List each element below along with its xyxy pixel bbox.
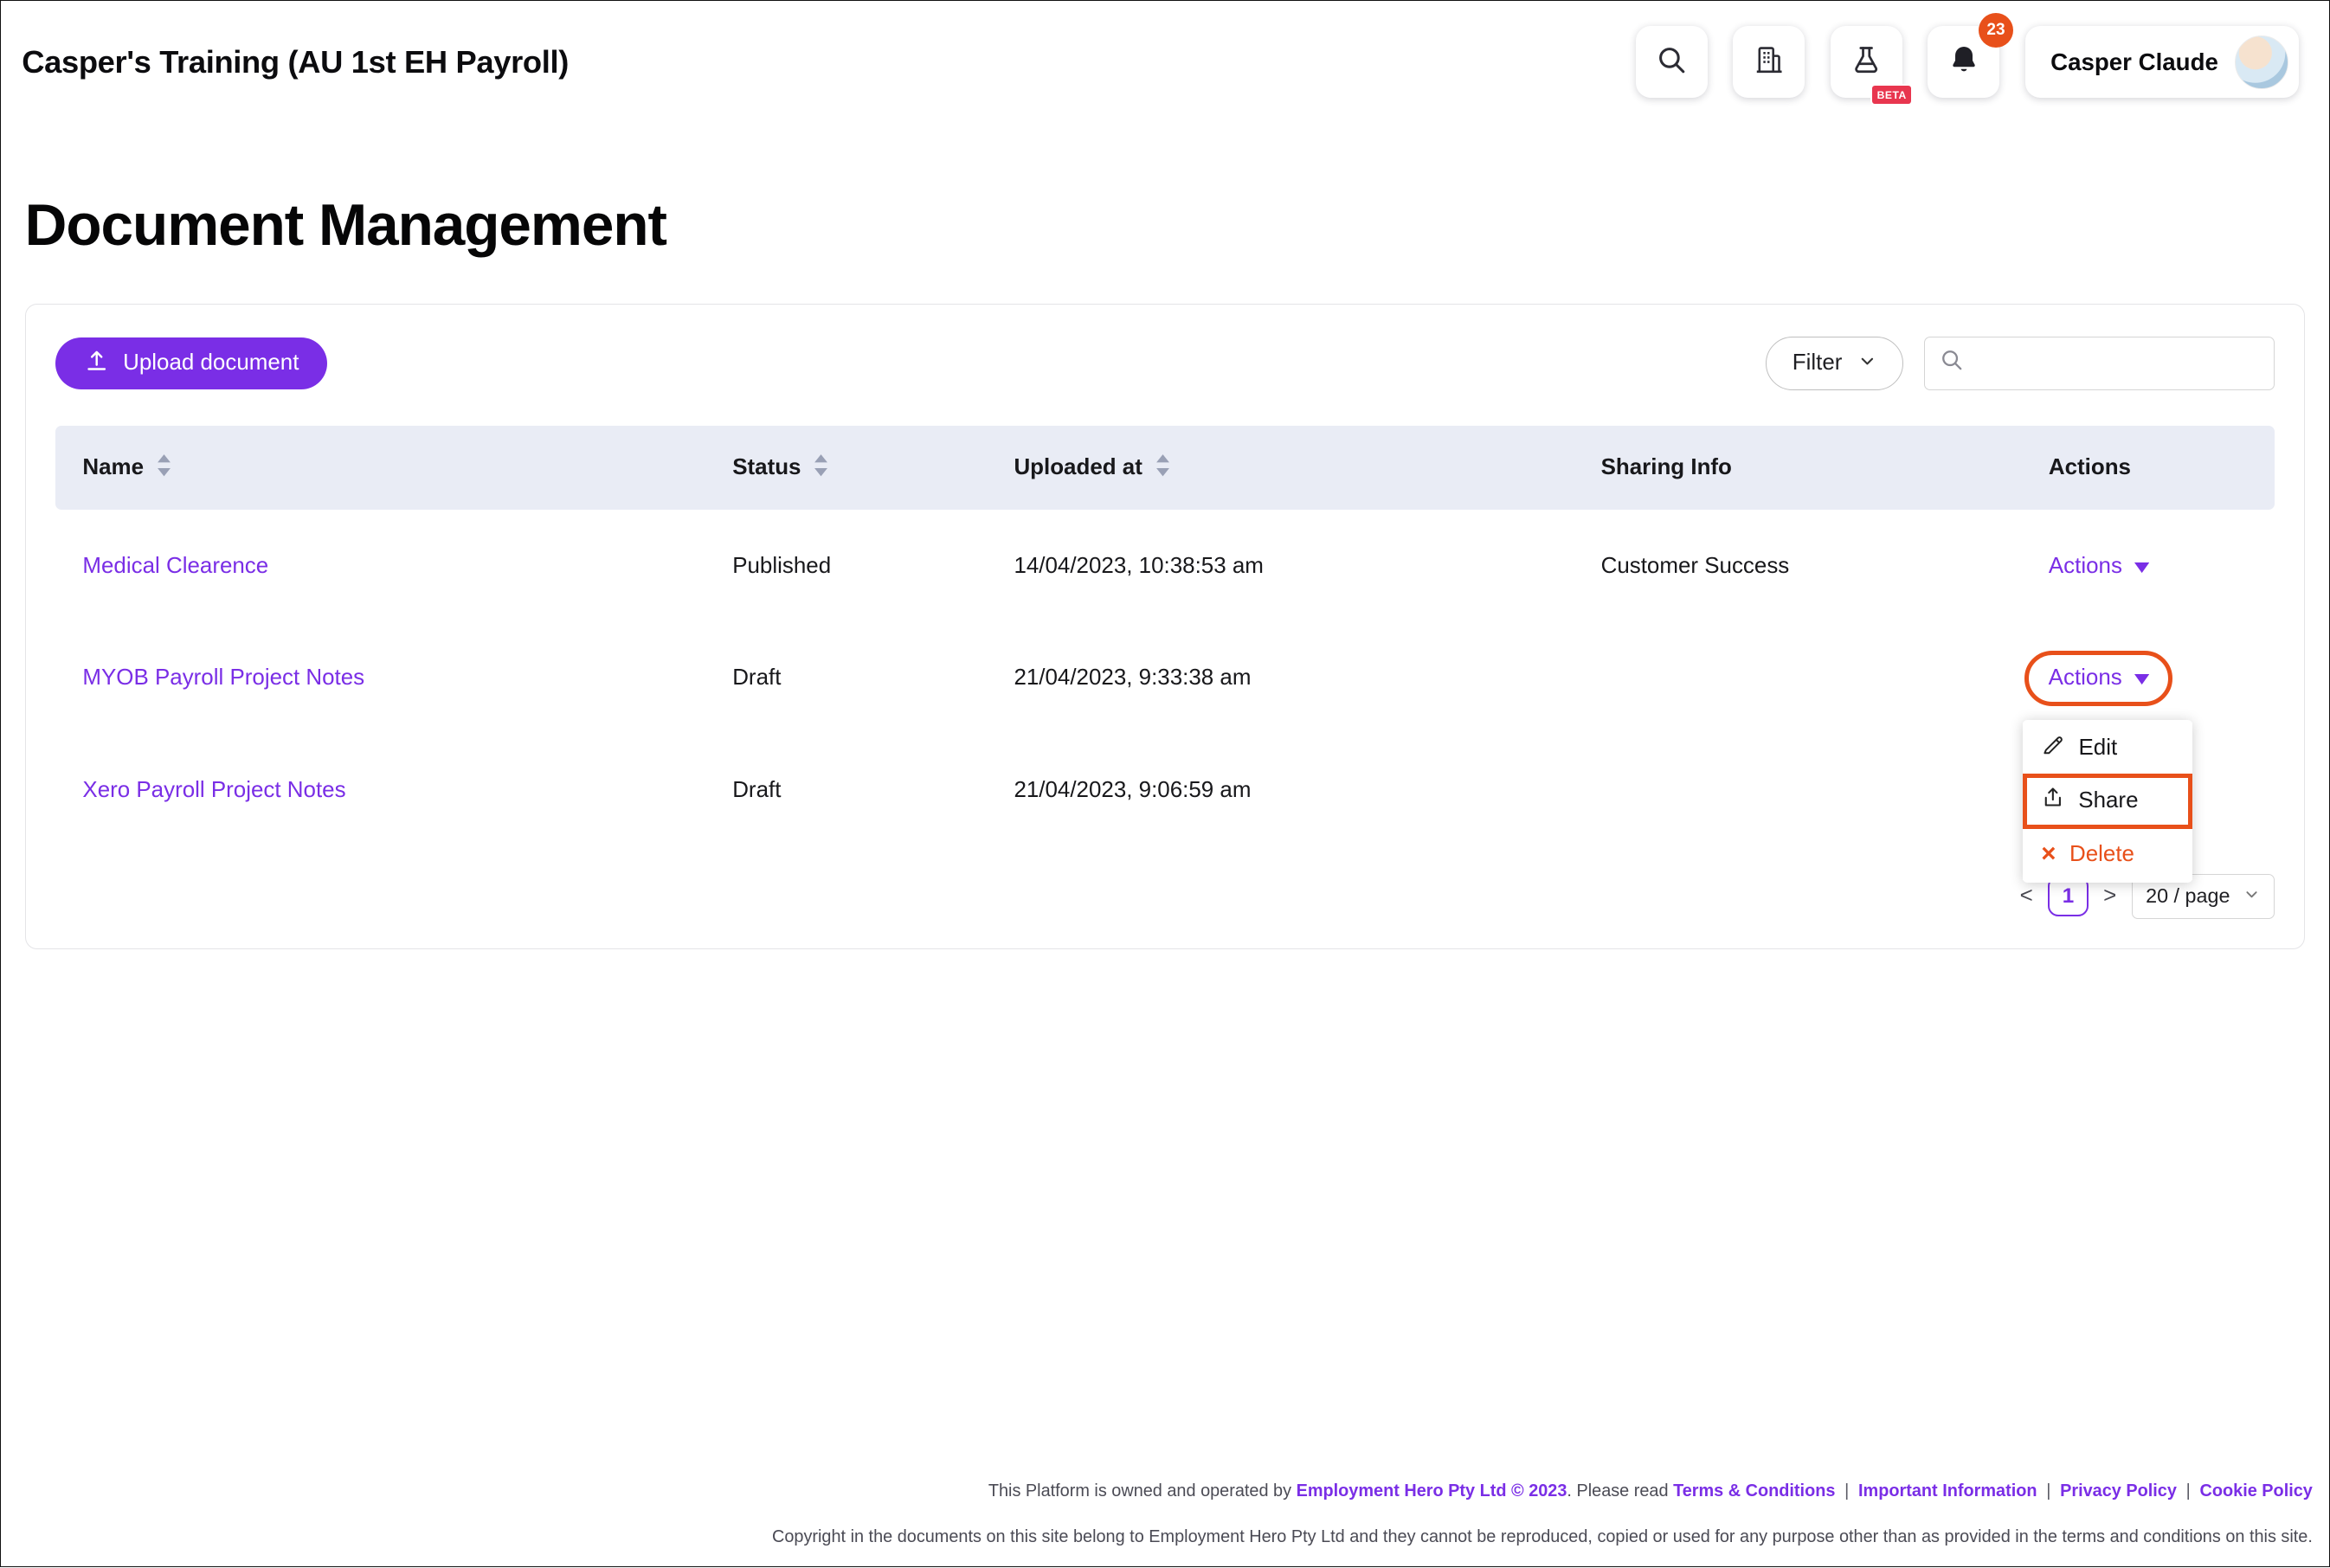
next-page-button[interactable]: > — [2103, 884, 2116, 909]
uploaded-at-cell: 21/04/2023, 9:33:38 am — [987, 665, 1574, 691]
actions-dropdown-menu: Edit Share × Delete — [2023, 720, 2192, 884]
row-actions-button[interactable]: Actions — [2049, 554, 2149, 579]
user-name: Casper Claude — [2050, 48, 2218, 76]
filter-button[interactable]: Filter — [1766, 337, 1902, 390]
delete-x-icon: × — [2041, 841, 2056, 866]
filter-button-label: Filter — [1793, 350, 1843, 376]
avatar — [2235, 35, 2288, 89]
org-title: Casper's Training (AU 1st EH Payroll) — [22, 44, 569, 80]
footer-link-privacy-policy[interactable]: Privacy Policy — [2060, 1481, 2177, 1501]
sort-icon[interactable] — [1155, 453, 1171, 484]
top-bar: Casper's Training (AU 1st EH Payroll) BE… — [1, 1, 2329, 124]
document-link[interactable]: Xero Payroll Project Notes — [82, 778, 345, 802]
status-cell: Published — [705, 554, 987, 579]
sharing-info-cell: Customer Success — [1574, 554, 2021, 579]
table-search-box[interactable] — [1924, 337, 2275, 390]
page-title: Document Management — [25, 192, 2306, 259]
chevron-down-icon — [2243, 884, 2260, 908]
notification-count-badge: 23 — [1979, 13, 2013, 48]
app-window: Casper's Training (AU 1st EH Payroll) BE… — [0, 0, 2330, 1567]
pagination: < 1 > 20 / page — [55, 874, 2274, 919]
footer-link-cookie-policy[interactable]: Cookie Policy — [2200, 1481, 2313, 1501]
table-toolbar: Upload document Filter — [55, 337, 2274, 390]
topbar-actions: BETA 23 Casper Claude — [1636, 26, 2299, 98]
chevron-down-icon — [1858, 350, 1876, 376]
prev-page-button[interactable]: < — [2020, 884, 2033, 909]
caret-down-icon — [2134, 554, 2149, 579]
share-icon — [2041, 786, 2065, 816]
uploaded-at-cell: 14/04/2023, 10:38:53 am — [987, 554, 1574, 579]
footer-link-important-information[interactable]: Important Information — [1858, 1481, 2037, 1501]
column-header-actions: Actions — [2022, 455, 2275, 480]
search-icon — [1656, 44, 1687, 80]
document-link[interactable]: MYOB Payroll Project Notes — [82, 665, 364, 690]
caret-down-icon — [2134, 665, 2149, 691]
column-header-status[interactable]: Status — [705, 453, 987, 484]
table-row: Xero Payroll Project Notes Draft 21/04/2… — [55, 735, 2274, 847]
table-row: Medical Clearence Published 14/04/2023, … — [55, 510, 2274, 622]
organisation-button[interactable] — [1733, 26, 1805, 98]
row-actions-button[interactable]: Actions — [2049, 665, 2149, 691]
status-cell: Draft — [705, 665, 987, 691]
upload-button-label: Upload document — [123, 350, 299, 376]
menu-item-share[interactable]: Share — [2023, 774, 2192, 829]
status-cell: Draft — [705, 778, 987, 803]
documents-card: Upload document Filter — [25, 304, 2306, 949]
table-header-row: Name Status Uploaded at Sharing Info Act… — [55, 426, 2274, 510]
flask-icon — [1850, 44, 1882, 80]
column-header-uploaded-at[interactable]: Uploaded at — [987, 453, 1574, 484]
toolbar-right: Filter — [1766, 337, 2274, 390]
table-row: MYOB Payroll Project Notes Draft 21/04/2… — [55, 622, 2274, 735]
global-search-button[interactable] — [1636, 26, 1708, 98]
building-icon — [1754, 44, 1785, 80]
menu-item-edit[interactable]: Edit — [2023, 723, 2192, 774]
search-input[interactable] — [1976, 351, 2259, 376]
column-header-name[interactable]: Name — [55, 453, 705, 484]
annotation-ellipse: Actions — [2024, 651, 2172, 705]
beta-badge: BETA — [1870, 84, 1913, 106]
menu-item-delete[interactable]: × Delete — [2023, 829, 2192, 880]
footer-link-terms[interactable]: Terms & Conditions — [1673, 1481, 1835, 1501]
document-link[interactable]: Medical Clearence — [82, 554, 268, 578]
bell-icon — [1947, 43, 1980, 81]
search-icon — [1940, 348, 1964, 378]
site-footer: This Platform is owned and operated by E… — [1, 1481, 2329, 1546]
pencil-icon — [2041, 733, 2065, 763]
beta-labs-button[interactable]: BETA — [1831, 26, 1902, 98]
uploaded-at-cell: 21/04/2023, 9:06:59 am — [987, 778, 1574, 803]
footer-link-company[interactable]: Employment Hero Pty Ltd © 2023 — [1297, 1481, 1567, 1501]
user-menu[interactable]: Casper Claude — [2025, 26, 2300, 98]
upload-icon — [84, 348, 109, 379]
notifications-button[interactable]: 23 — [1928, 26, 1999, 98]
upload-document-button[interactable]: Upload document — [55, 337, 327, 390]
footer-line1: This Platform is owned and operated by E… — [17, 1481, 2313, 1501]
sort-icon[interactable] — [813, 453, 829, 484]
sort-icon[interactable] — [156, 453, 172, 484]
footer-line2: Copyright in the documents on this site … — [17, 1527, 2313, 1547]
column-header-sharing-info: Sharing Info — [1574, 455, 2021, 480]
